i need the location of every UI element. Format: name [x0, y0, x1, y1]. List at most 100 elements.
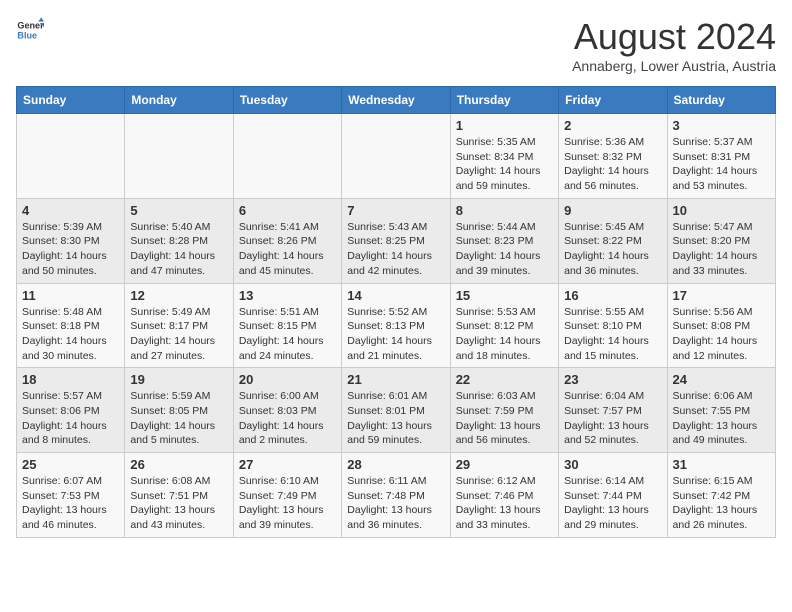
day-info: Sunrise: 5:44 AM Sunset: 8:23 PM Dayligh…	[456, 220, 553, 279]
day-number: 30	[564, 457, 661, 472]
calendar-week-row: 25 Sunrise: 6:07 AM Sunset: 7:53 PM Dayli…	[17, 453, 776, 538]
calendar-cell: 13Sunrise: 5:51 AM Sunset: 8:15 PM Dayli…	[233, 283, 341, 368]
calendar-cell: 15 Sunrise: 5:53 AM Sunset: 8:12 PM Dayli…	[450, 283, 558, 368]
day-number: 12	[130, 288, 227, 303]
calendar-cell: 11 Sunrise: 5:48 AM Sunset: 8:18 PM Dayli…	[17, 283, 125, 368]
day-info: Sunrise: 5:55 AM Sunset: 8:10 PM Dayligh…	[564, 305, 661, 364]
day-info: Sunrise: 6:14 AM Sunset: 7:44 PM Dayligh…	[564, 474, 661, 533]
day-number: 11	[22, 288, 119, 303]
day-number: 14	[347, 288, 444, 303]
day-info: Sunrise: 6:15 AM Sunset: 7:42 PM Dayligh…	[673, 474, 770, 533]
col-header-sunday: Sunday	[17, 87, 125, 114]
day-number: 15	[456, 288, 553, 303]
header: General Blue August 2024 Annaberg, Lower…	[16, 16, 776, 74]
day-info: Sunrise: 5:35 AM Sunset: 8:34 PM Dayligh…	[456, 135, 553, 194]
day-info: Sunrise: 6:12 AM Sunset: 7:46 PM Dayligh…	[456, 474, 553, 533]
svg-text:Blue: Blue	[17, 30, 37, 40]
day-info: Sunrise: 5:41 AM Sunset: 8:26 PM Dayligh…	[239, 220, 336, 279]
calendar-cell: 20 Sunrise: 6:00 AM Sunset: 8:03 PM Dayli…	[233, 368, 341, 453]
calendar-week-row: 4 Sunrise: 5:39 AM Sunset: 8:30 PM Daylig…	[17, 198, 776, 283]
calendar-cell: 9Sunrise: 5:45 AM Sunset: 8:22 PM Daylig…	[559, 198, 667, 283]
day-info: Sunrise: 6:01 AM Sunset: 8:01 PM Dayligh…	[347, 389, 444, 448]
day-number: 21	[347, 372, 444, 387]
day-number: 18	[22, 372, 119, 387]
calendar-cell: 26Sunrise: 6:08 AM Sunset: 7:51 PM Dayli…	[125, 453, 233, 538]
day-info: Sunrise: 5:45 AM Sunset: 8:22 PM Dayligh…	[564, 220, 661, 279]
day-number: 28	[347, 457, 444, 472]
day-info: Sunrise: 6:06 AM Sunset: 7:55 PM Dayligh…	[673, 389, 770, 448]
day-number: 19	[130, 372, 227, 387]
calendar-cell: 5 Sunrise: 5:40 AM Sunset: 8:28 PM Daylig…	[125, 198, 233, 283]
calendar-cell: 31Sunrise: 6:15 AM Sunset: 7:42 PM Dayli…	[667, 453, 775, 538]
day-info: Sunrise: 5:49 AM Sunset: 8:17 PM Dayligh…	[130, 305, 227, 364]
calendar-cell: 14 Sunrise: 5:52 AM Sunset: 8:13 PM Dayli…	[342, 283, 450, 368]
day-info: Sunrise: 5:52 AM Sunset: 8:13 PM Dayligh…	[347, 305, 444, 364]
day-info: Sunrise: 6:08 AM Sunset: 7:51 PM Dayligh…	[130, 474, 227, 533]
calendar-cell: 4 Sunrise: 5:39 AM Sunset: 8:30 PM Daylig…	[17, 198, 125, 283]
calendar-cell: 8 Sunrise: 5:44 AM Sunset: 8:23 PM Daylig…	[450, 198, 558, 283]
day-info: Sunrise: 5:39 AM Sunset: 8:30 PM Dayligh…	[22, 220, 119, 279]
calendar-cell: 2 Sunrise: 5:36 AM Sunset: 8:32 PM Daylig…	[559, 114, 667, 199]
day-info: Sunrise: 6:00 AM Sunset: 8:03 PM Dayligh…	[239, 389, 336, 448]
day-info: Sunrise: 5:40 AM Sunset: 8:28 PM Dayligh…	[130, 220, 227, 279]
day-info: Sunrise: 5:36 AM Sunset: 8:32 PM Dayligh…	[564, 135, 661, 194]
calendar-week-row: 18 Sunrise: 5:57 AM Sunset: 8:06 PM Dayli…	[17, 368, 776, 453]
day-number: 23	[564, 372, 661, 387]
day-number: 10	[673, 203, 770, 218]
calendar-cell: 21 Sunrise: 6:01 AM Sunset: 8:01 PM Dayli…	[342, 368, 450, 453]
calendar-cell: 1 Sunrise: 5:35 AM Sunset: 8:34 PM Daylig…	[450, 114, 558, 199]
day-info: Sunrise: 6:03 AM Sunset: 7:59 PM Dayligh…	[456, 389, 553, 448]
calendar-cell	[125, 114, 233, 199]
calendar-week-row: 1 Sunrise: 5:35 AM Sunset: 8:34 PM Daylig…	[17, 114, 776, 199]
day-number: 5	[130, 203, 227, 218]
main-title: August 2024	[572, 16, 776, 58]
day-number: 4	[22, 203, 119, 218]
logo-icon: General Blue	[16, 16, 44, 44]
day-number: 1	[456, 118, 553, 133]
calendar-cell	[17, 114, 125, 199]
calendar-cell: 6Sunrise: 5:41 AM Sunset: 8:26 PM Daylig…	[233, 198, 341, 283]
day-info: Sunrise: 5:57 AM Sunset: 8:06 PM Dayligh…	[22, 389, 119, 448]
day-info: Sunrise: 6:10 AM Sunset: 7:49 PM Dayligh…	[239, 474, 336, 533]
calendar-cell	[342, 114, 450, 199]
calendar-cell: 30 Sunrise: 6:14 AM Sunset: 7:44 PM Dayli…	[559, 453, 667, 538]
calendar-cell: 17Sunrise: 5:56 AM Sunset: 8:08 PM Dayli…	[667, 283, 775, 368]
day-info: Sunrise: 5:53 AM Sunset: 8:12 PM Dayligh…	[456, 305, 553, 364]
calendar-header-row: SundayMondayTuesdayWednesdayThursdayFrid…	[17, 87, 776, 114]
day-number: 3	[673, 118, 770, 133]
day-info: Sunrise: 5:48 AM Sunset: 8:18 PM Dayligh…	[22, 305, 119, 364]
calendar-cell: 22 Sunrise: 6:03 AM Sunset: 7:59 PM Dayli…	[450, 368, 558, 453]
day-number: 13	[239, 288, 336, 303]
day-number: 2	[564, 118, 661, 133]
logo: General Blue	[16, 16, 44, 44]
col-header-friday: Friday	[559, 87, 667, 114]
calendar-cell: 23 Sunrise: 6:04 AM Sunset: 7:57 PM Dayli…	[559, 368, 667, 453]
calendar-cell: 12 Sunrise: 5:49 AM Sunset: 8:17 PM Dayli…	[125, 283, 233, 368]
calendar-cell: 25 Sunrise: 6:07 AM Sunset: 7:53 PM Dayli…	[17, 453, 125, 538]
day-number: 27	[239, 457, 336, 472]
title-block: August 2024 Annaberg, Lower Austria, Aus…	[572, 16, 776, 74]
col-header-monday: Monday	[125, 87, 233, 114]
calendar-cell: 24 Sunrise: 6:06 AM Sunset: 7:55 PM Dayli…	[667, 368, 775, 453]
day-number: 24	[673, 372, 770, 387]
calendar-cell: 29Sunrise: 6:12 AM Sunset: 7:46 PM Dayli…	[450, 453, 558, 538]
day-info: Sunrise: 6:07 AM Sunset: 7:53 PM Dayligh…	[22, 474, 119, 533]
calendar-cell: 28 Sunrise: 6:11 AM Sunset: 7:48 PM Dayli…	[342, 453, 450, 538]
day-number: 20	[239, 372, 336, 387]
day-info: Sunrise: 5:37 AM Sunset: 8:31 PM Dayligh…	[673, 135, 770, 194]
day-number: 22	[456, 372, 553, 387]
svg-text:General: General	[17, 21, 44, 31]
subtitle: Annaberg, Lower Austria, Austria	[572, 58, 776, 74]
day-info: Sunrise: 6:11 AM Sunset: 7:48 PM Dayligh…	[347, 474, 444, 533]
calendar-cell: 16 Sunrise: 5:55 AM Sunset: 8:10 PM Dayli…	[559, 283, 667, 368]
calendar-cell: 27 Sunrise: 6:10 AM Sunset: 7:49 PM Dayli…	[233, 453, 341, 538]
calendar-cell: 19Sunrise: 5:59 AM Sunset: 8:05 PM Dayli…	[125, 368, 233, 453]
col-header-wednesday: Wednesday	[342, 87, 450, 114]
calendar-cell	[233, 114, 341, 199]
col-header-thursday: Thursday	[450, 87, 558, 114]
day-number: 8	[456, 203, 553, 218]
day-number: 25	[22, 457, 119, 472]
day-number: 16	[564, 288, 661, 303]
day-info: Sunrise: 5:47 AM Sunset: 8:20 PM Dayligh…	[673, 220, 770, 279]
day-info: Sunrise: 6:04 AM Sunset: 7:57 PM Dayligh…	[564, 389, 661, 448]
